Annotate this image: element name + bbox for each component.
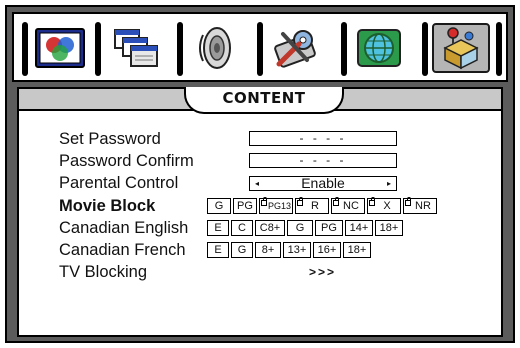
lock-icon [405,197,411,206]
password-confirm-field[interactable]: - - - - [249,153,397,168]
rating-chip[interactable]: G [231,242,253,258]
rating-label: 16+ [317,244,337,256]
lock-icon [369,197,375,206]
left-arrow-icon[interactable]: ◂ [255,177,259,190]
speaker-icon [195,25,235,71]
rating-label: NC [343,200,359,212]
rating-label: G [214,200,224,212]
tools-icon [273,26,319,70]
rating-chip[interactable]: R [295,197,329,214]
parental-control-selector[interactable]: ◂ Enable ▸ [249,176,397,191]
rating-chip[interactable]: 13+ [283,242,311,258]
password-confirm-label: Password Confirm [59,152,194,170]
panel-title-tab: CONTENT [184,87,344,114]
canadian-english-label: Canadian English [59,219,189,237]
tab-separator [177,22,183,76]
rating-chip[interactable]: C8+ [255,220,285,236]
rating-chip[interactable]: 18+ [375,220,403,236]
row-movie-block[interactable]: Movie Block [59,196,155,216]
rating-chip[interactable]: 16+ [313,242,341,258]
tab-separator [22,22,28,76]
rating-chip[interactable]: NC [331,197,365,214]
tab-separator [422,22,428,76]
rating-chip[interactable]: E [207,242,229,258]
row-password-confirm[interactable]: Password Confirm [59,151,194,171]
rating-label: 14+ [349,222,369,234]
rating-label: 18+ [347,244,367,256]
windows-icon [113,28,159,68]
globe-icon [356,26,402,70]
canadian-french-label: Canadian French [59,241,186,259]
tab-setup[interactable] [267,23,325,73]
rating-label: G [237,244,247,256]
tab-network[interactable] [350,23,408,73]
tab-sound[interactable] [186,23,244,73]
menu-tab-bar [12,12,508,82]
tab-separator [95,22,101,76]
tab-windows[interactable] [107,23,165,73]
row-set-password[interactable]: Set Password [59,129,161,149]
row-canadian-french[interactable]: Canadian French [59,240,186,260]
rating-chip[interactable]: C [231,220,253,236]
tv-blocking-label: TV Blocking [59,263,148,281]
movie-block-ratings: G PG PG13 R NC X NR [207,197,437,214]
row-parental-control[interactable]: Parental Control [59,173,178,193]
canadian-english-ratings: E C C8+ G PG 14+ 18+ [207,220,403,236]
tab-separator [496,22,502,76]
rating-chip[interactable]: G [287,220,313,236]
rating-chip[interactable]: NR [403,197,437,214]
right-arrow-icon[interactable]: ▸ [387,177,391,190]
canadian-french-ratings: E G 8+ 13+ 16+ 18+ [207,242,371,258]
rating-label: PG [237,200,253,212]
set-password-label: Set Password [59,130,161,148]
content-lock-icon [437,26,485,70]
rating-label: 18+ [379,222,399,234]
rating-label: PG13 [267,201,291,211]
rating-chip[interactable]: PG [315,220,343,236]
rating-label: G [295,222,305,234]
content-panel: CONTENT Set Password - - - - Password Co… [17,87,503,337]
set-password-field[interactable]: - - - - [249,131,397,146]
rating-label: E [214,222,222,234]
rating-label: PG [321,222,337,234]
rating-chip[interactable]: PG13 [259,197,293,214]
lock-icon [333,197,339,206]
rating-label: NR [415,200,431,212]
rating-chip[interactable]: X [367,197,401,214]
tab-content[interactable] [432,23,490,73]
parental-control-label: Parental Control [59,174,179,192]
row-tv-blocking[interactable]: TV Blocking [59,262,147,282]
rating-chip[interactable]: PG [233,198,257,214]
rating-label: E [214,244,222,256]
rating-label: C [238,222,246,234]
row-canadian-english[interactable]: Canadian English [59,218,188,238]
panel-title: CONTENT [222,89,306,107]
rating-chip[interactable]: G [207,198,231,214]
lock-icon [297,197,303,206]
movie-block-label: Movie Block [59,197,156,215]
rating-label: X [383,200,391,212]
picture-icon [35,28,85,68]
rating-chip[interactable]: 18+ [343,242,371,258]
tab-separator [257,22,263,76]
rating-label: R [311,200,319,212]
tab-picture[interactable] [31,23,89,73]
tab-separator [341,22,347,76]
rating-label: 8+ [261,244,275,256]
parental-control-value: Enable [301,175,345,191]
rating-label: C8+ [259,222,281,234]
rating-chip[interactable]: E [207,220,229,236]
rating-chip[interactable]: 14+ [345,220,373,236]
lock-icon [261,197,267,206]
rating-label: 13+ [287,244,307,256]
rating-chip[interactable]: 8+ [255,242,281,258]
tv-blocking-submenu-arrow[interactable]: >>> [309,262,336,282]
